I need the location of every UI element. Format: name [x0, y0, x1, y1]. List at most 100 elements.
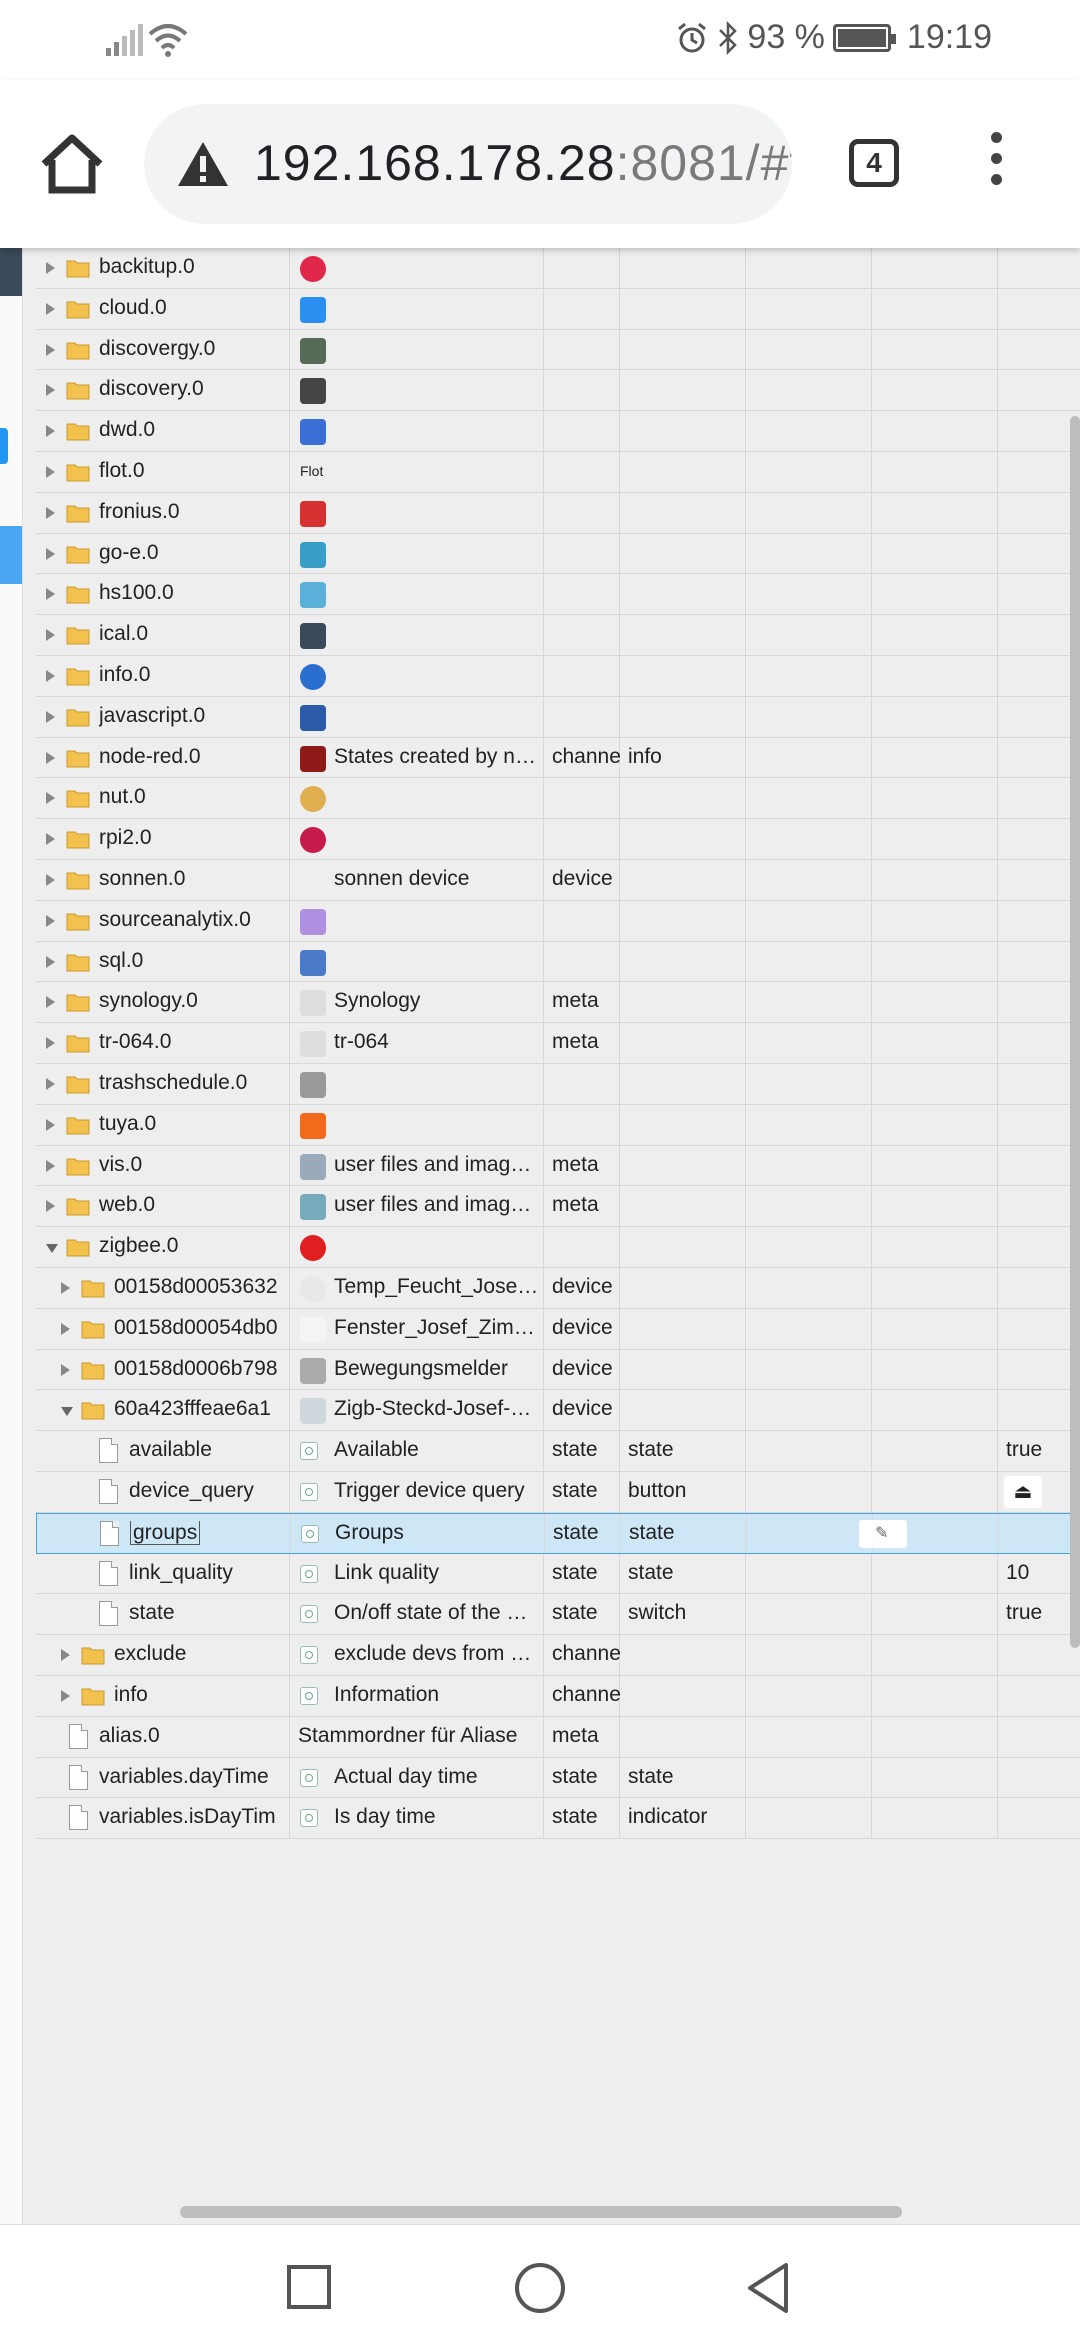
- recents-icon[interactable]: [287, 2265, 331, 2309]
- edit-value-button[interactable]: [859, 1519, 907, 1548]
- object-id[interactable]: sourceanalytix.0: [99, 908, 287, 932]
- overflow-menu-icon[interactable]: [986, 132, 1006, 196]
- object-id[interactable]: cloud.0: [99, 296, 287, 320]
- tree-row[interactable]: ical.0: [36, 615, 1080, 656]
- object-id[interactable]: variables.isDayTim: [99, 1805, 287, 1829]
- object-id[interactable]: device_query: [129, 1479, 287, 1503]
- tree-row[interactable]: dwd.0: [36, 411, 1080, 452]
- trigger-button[interactable]: ⏏: [1004, 1476, 1042, 1508]
- side-tab-indicator[interactable]: [0, 428, 8, 464]
- object-id[interactable]: 00158d00053632: [114, 1275, 287, 1299]
- object-id[interactable]: go-e.0: [99, 541, 287, 565]
- url-text[interactable]: 192.168.178.28:8081/#t: [254, 134, 792, 192]
- collapse-icon[interactable]: [46, 1244, 58, 1254]
- expand-icon[interactable]: [46, 710, 55, 723]
- expand-icon[interactable]: [46, 588, 55, 601]
- expand-icon[interactable]: [46, 833, 55, 846]
- object-id[interactable]: discovery.0: [99, 377, 287, 401]
- expand-icon[interactable]: [46, 343, 55, 356]
- tree-row[interactable]: state On/off state of the … state switch tru…: [36, 1594, 1080, 1636]
- expand-icon[interactable]: [46, 1078, 55, 1090]
- object-id[interactable]: link_quality: [129, 1561, 287, 1585]
- expand-icon[interactable]: [46, 262, 55, 274]
- object-id[interactable]: nut.0: [99, 785, 287, 809]
- object-id[interactable]: 00158d00054db0: [114, 1316, 287, 1340]
- object-id[interactable]: 00158d0006b798: [114, 1357, 287, 1381]
- expand-icon[interactable]: [46, 506, 55, 519]
- back-icon[interactable]: [744, 2261, 792, 2315]
- expand-icon[interactable]: [46, 874, 55, 886]
- side-tab-active[interactable]: [0, 526, 22, 584]
- tree-row[interactable]: 60a423fffeae6a1 Zigb-Steckd-Josef-… device: [36, 1390, 1080, 1432]
- vertical-scrollbar[interactable]: [1070, 416, 1080, 1648]
- object-value[interactable]: true: [1006, 1438, 1042, 1462]
- object-value[interactable]: 10: [1006, 1561, 1029, 1585]
- tree-row[interactable]: 00158d00054db0 Fenster_Josef_Zim… device: [36, 1308, 1080, 1350]
- tree-row[interactable]: discovergy.0: [36, 329, 1080, 371]
- tree-row[interactable]: fronius.0: [36, 492, 1080, 534]
- object-id[interactable]: web.0: [99, 1193, 287, 1217]
- tree-row[interactable]: info Information channe: [36, 1676, 1080, 1717]
- expand-icon[interactable]: [46, 302, 55, 315]
- object-id[interactable]: dwd.0: [99, 418, 287, 442]
- object-id[interactable]: info: [114, 1683, 287, 1707]
- tree-row[interactable]: web.0 user files and imag… meta: [36, 1186, 1080, 1228]
- tree-row[interactable]: synology.0 Synology meta: [36, 982, 1080, 1024]
- object-id[interactable]: tr-064.0: [99, 1030, 287, 1054]
- object-id[interactable]: variables.dayTime: [99, 1765, 287, 1789]
- tree-row[interactable]: tr-064.0 tr-064 meta: [36, 1023, 1080, 1064]
- object-id[interactable]: javascript.0: [99, 704, 287, 728]
- object-id[interactable]: backitup.0: [99, 255, 287, 279]
- tree-row[interactable]: sourceanalytix.0: [36, 900, 1080, 942]
- expand-icon[interactable]: [46, 384, 55, 397]
- expand-icon[interactable]: [46, 670, 55, 682]
- url-bar[interactable]: 192.168.178.28:8081/#t: [144, 104, 792, 224]
- object-id[interactable]: available: [129, 1438, 287, 1462]
- tree-row[interactable]: flot.0 Flot: [36, 452, 1080, 493]
- expand-icon[interactable]: [46, 1159, 55, 1172]
- object-id[interactable]: flot.0: [99, 459, 287, 483]
- object-id[interactable]: discovergy.0: [99, 337, 287, 361]
- expand-icon[interactable]: [46, 996, 55, 1009]
- tree-row[interactable]: cloud.0: [36, 288, 1080, 330]
- object-id[interactable]: zigbee.0: [99, 1234, 287, 1258]
- expand-icon[interactable]: [46, 466, 55, 478]
- horizontal-scrollbar[interactable]: [180, 2206, 902, 2218]
- tree-row[interactable]: rpi2.0: [36, 819, 1080, 860]
- tree-row[interactable]: exclude exclude devs from … channe: [36, 1635, 1080, 1676]
- object-id[interactable]: info.0: [99, 663, 287, 687]
- tree-row[interactable]: device_query Trigger device query state but…: [36, 1472, 1080, 1513]
- tree-row[interactable]: zigbee.0: [36, 1227, 1080, 1268]
- tree-row[interactable]: variables.isDayTim Is day time state indica…: [36, 1798, 1080, 1840]
- expand-icon[interactable]: [61, 1322, 70, 1335]
- expand-icon[interactable]: [46, 1037, 55, 1050]
- tree-row[interactable]: alias.0 Stammordner für Aliase meta: [36, 1716, 1080, 1758]
- object-id[interactable]: fronius.0: [99, 500, 287, 524]
- object-id[interactable]: synology.0: [99, 989, 287, 1013]
- object-id[interactable]: alias.0: [99, 1724, 287, 1748]
- expand-icon[interactable]: [61, 1282, 70, 1294]
- object-id-text[interactable]: groups: [130, 1520, 201, 1545]
- object-id[interactable]: 60a423fffeae6a1: [114, 1397, 287, 1421]
- object-id[interactable]: ical.0: [99, 622, 287, 646]
- tree-row[interactable]: javascript.0: [36, 696, 1080, 738]
- tree-row[interactable]: vis.0 user files and imag… meta: [36, 1145, 1080, 1187]
- tabs-button[interactable]: 4: [849, 139, 899, 187]
- tree-row[interactable]: backitup.0: [36, 248, 1080, 289]
- tree-row[interactable]: sonnen.0 sonnen device device: [36, 860, 1080, 901]
- tree-row[interactable]: hs100.0: [36, 574, 1080, 616]
- expand-icon[interactable]: [46, 1200, 55, 1213]
- object-id[interactable]: groups: [130, 1520, 288, 1545]
- tree-row[interactable]: node-red.0 States created by n… channe info: [36, 737, 1080, 779]
- tree-row[interactable]: sql.0: [36, 941, 1080, 983]
- expand-icon[interactable]: [46, 751, 55, 764]
- expand-icon[interactable]: [46, 629, 55, 642]
- expand-icon[interactable]: [46, 955, 55, 968]
- tree-row[interactable]: groups Groups state state: [36, 1512, 1080, 1554]
- expand-icon[interactable]: [61, 1649, 70, 1662]
- tree-row[interactable]: 00158d00053632 Temp_Feucht_Jose… device: [36, 1268, 1080, 1309]
- tree-row[interactable]: go-e.0: [36, 533, 1080, 575]
- object-id[interactable]: trashschedule.0: [99, 1071, 287, 1095]
- object-id[interactable]: sonnen.0: [99, 867, 287, 891]
- home-circle-icon[interactable]: [515, 2263, 565, 2313]
